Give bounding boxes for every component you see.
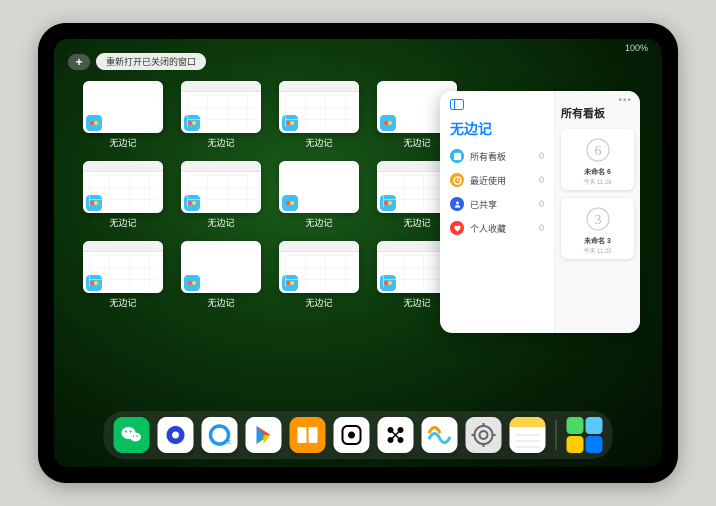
panel-content: ••• 所有看板 6 未命名 6今天 11:28 3 未命名 3今天 11:25 [554, 91, 640, 333]
app-thumbnail[interactable]: 无边记 [278, 161, 360, 233]
freeform-app-icon[interactable] [422, 417, 458, 453]
screen: 100% + 重新打开已关闭的窗口 无边记无边记无边记无边记无边记无边记无边记无… [54, 39, 662, 467]
thumbnail-window [83, 81, 163, 133]
sidebar-item[interactable]: 已共享 0 [450, 197, 544, 211]
sidebar-item-count: 0 [539, 175, 544, 185]
app-library-icon[interactable] [567, 417, 603, 453]
freeform-app-icon [282, 275, 298, 291]
thumbnail-window [181, 81, 261, 133]
thumbnail-window [181, 241, 261, 293]
freeform-app-icon [282, 115, 298, 131]
status-bar: 100% [625, 43, 648, 53]
dice-app-icon[interactable] [334, 417, 370, 453]
plus-icon: + [75, 55, 82, 69]
top-controls: + 重新打开已关闭的窗口 [68, 53, 206, 70]
freeform-app-icon [184, 195, 200, 211]
sidebar-item-count: 0 [539, 223, 544, 233]
app-thumbnail[interactable]: 无边记 [180, 161, 262, 233]
panel-title: 无边记 [450, 119, 544, 139]
app-thumbnail[interactable]: 无边记 [278, 241, 360, 313]
board-card[interactable]: 6 未命名 6今天 11:28 [561, 129, 634, 190]
thumbnail-window [83, 241, 163, 293]
books-app-icon[interactable] [290, 417, 326, 453]
sidebar-item[interactable]: 最近使用 0 [450, 173, 544, 187]
thumbnail-label: 无边记 [109, 216, 136, 229]
thumbnail-window [279, 81, 359, 133]
freeform-app-icon [282, 195, 298, 211]
thumbnail-window [279, 241, 359, 293]
freeform-app-icon [184, 115, 200, 131]
thumbnail-label: 无边记 [403, 296, 430, 309]
board-date: 今天 11:28 [565, 177, 630, 186]
board-name: 未命名 3 [565, 236, 630, 246]
reopen-label: 重新打开已关闭的窗口 [106, 57, 196, 67]
settings-app-icon[interactable] [466, 417, 502, 453]
thumbnail-label: 无边记 [207, 296, 234, 309]
thumbnail-window [181, 161, 261, 213]
sidebar-item[interactable]: 个人收藏 0 [450, 221, 544, 235]
connect-app-icon[interactable] [378, 417, 414, 453]
thumbnail-label: 无边记 [109, 136, 136, 149]
thumbnail-label: 无边记 [403, 216, 430, 229]
thumbnail-label: 无边记 [305, 136, 332, 149]
thumbnail-label: 无边记 [207, 216, 234, 229]
sidebar-item-icon [450, 197, 464, 211]
more-icon[interactable]: ••• [618, 95, 632, 106]
thumbnail-label: 无边记 [109, 296, 136, 309]
board-date: 今天 11:25 [565, 246, 630, 255]
thumbnail-window [279, 161, 359, 213]
freeform-app-icon [184, 275, 200, 291]
ipad-frame: 100% + 重新打开已关闭的窗口 无边记无边记无边记无边记无边记无边记无边记无… [38, 23, 678, 483]
board-preview: 6 [565, 133, 630, 167]
sidebar-item-label: 已共享 [470, 198, 497, 211]
freeform-app-icon [380, 195, 396, 211]
freeform-app-icon [86, 115, 102, 131]
app-thumbnail[interactable]: 无边记 [82, 161, 164, 233]
thumbnail-label: 无边记 [305, 216, 332, 229]
board-name: 未命名 6 [565, 167, 630, 177]
freeform-app-icon [86, 275, 102, 291]
freeform-panel[interactable]: 无边记 所有看板0最近使用0已共享0个人收藏0 ••• 所有看板 6未命名 6今… [440, 91, 640, 333]
freeform-app-icon [380, 115, 396, 131]
qqbrowser-app-icon[interactable]: HD [202, 417, 238, 453]
wechat-app-icon[interactable] [114, 417, 150, 453]
thumbnail-window [83, 161, 163, 213]
sidebar-item-count: 0 [539, 151, 544, 161]
app-thumbnail[interactable]: 无边记 [180, 81, 262, 153]
freeform-app-icon [86, 195, 102, 211]
sidebar-item-label: 个人收藏 [470, 222, 506, 235]
app-thumbnail[interactable]: 无边记 [82, 81, 164, 153]
app-thumbnail[interactable]: 无边记 [180, 241, 262, 313]
svg-text:6: 6 [594, 144, 601, 159]
reopen-closed-window-button[interactable]: 重新打开已关闭的窗口 [96, 53, 206, 70]
battery-text: 100% [625, 43, 648, 53]
sidebar-item-icon [450, 149, 464, 163]
sidebar-item[interactable]: 所有看板 0 [450, 149, 544, 163]
sidebar-item-count: 0 [539, 199, 544, 209]
thumbnail-label: 无边记 [207, 136, 234, 149]
app-thumbnail[interactable]: 无边记 [82, 241, 164, 313]
sidebar-item-icon [450, 221, 464, 235]
sidebar-item-label: 所有看板 [470, 150, 506, 163]
thumbnail-label: 无边记 [305, 296, 332, 309]
board-card[interactable]: 3 未命名 3今天 11:25 [561, 198, 634, 259]
board-preview: 3 [565, 202, 630, 236]
sidebar-item-label: 最近使用 [470, 174, 506, 187]
play-app-icon[interactable] [246, 417, 282, 453]
notes-app-icon[interactable] [510, 417, 546, 453]
panel-sidebar: 无边记 所有看板 0 最近使用 0 已共享 0 个人收藏 0 [440, 91, 554, 333]
quark-app-icon[interactable] [158, 417, 194, 453]
dock: HD [104, 411, 613, 459]
svg-text:HD: HD [226, 440, 232, 446]
sidebar-toggle-icon[interactable] [450, 99, 544, 113]
freeform-app-icon [380, 275, 396, 291]
sidebar-item-icon [450, 173, 464, 187]
app-thumbnail[interactable]: 无边记 [278, 81, 360, 153]
svg-text:3: 3 [594, 213, 601, 228]
dock-separator [556, 420, 557, 450]
thumbnail-label: 无边记 [403, 136, 430, 149]
new-window-button[interactable]: + [68, 54, 90, 70]
panel-right-title: 所有看板 [561, 105, 634, 121]
app-switcher-grid: 无边记无边记无边记无边记无边记无边记无边记无边记无边记无边记无边记无边记 [82, 81, 458, 313]
